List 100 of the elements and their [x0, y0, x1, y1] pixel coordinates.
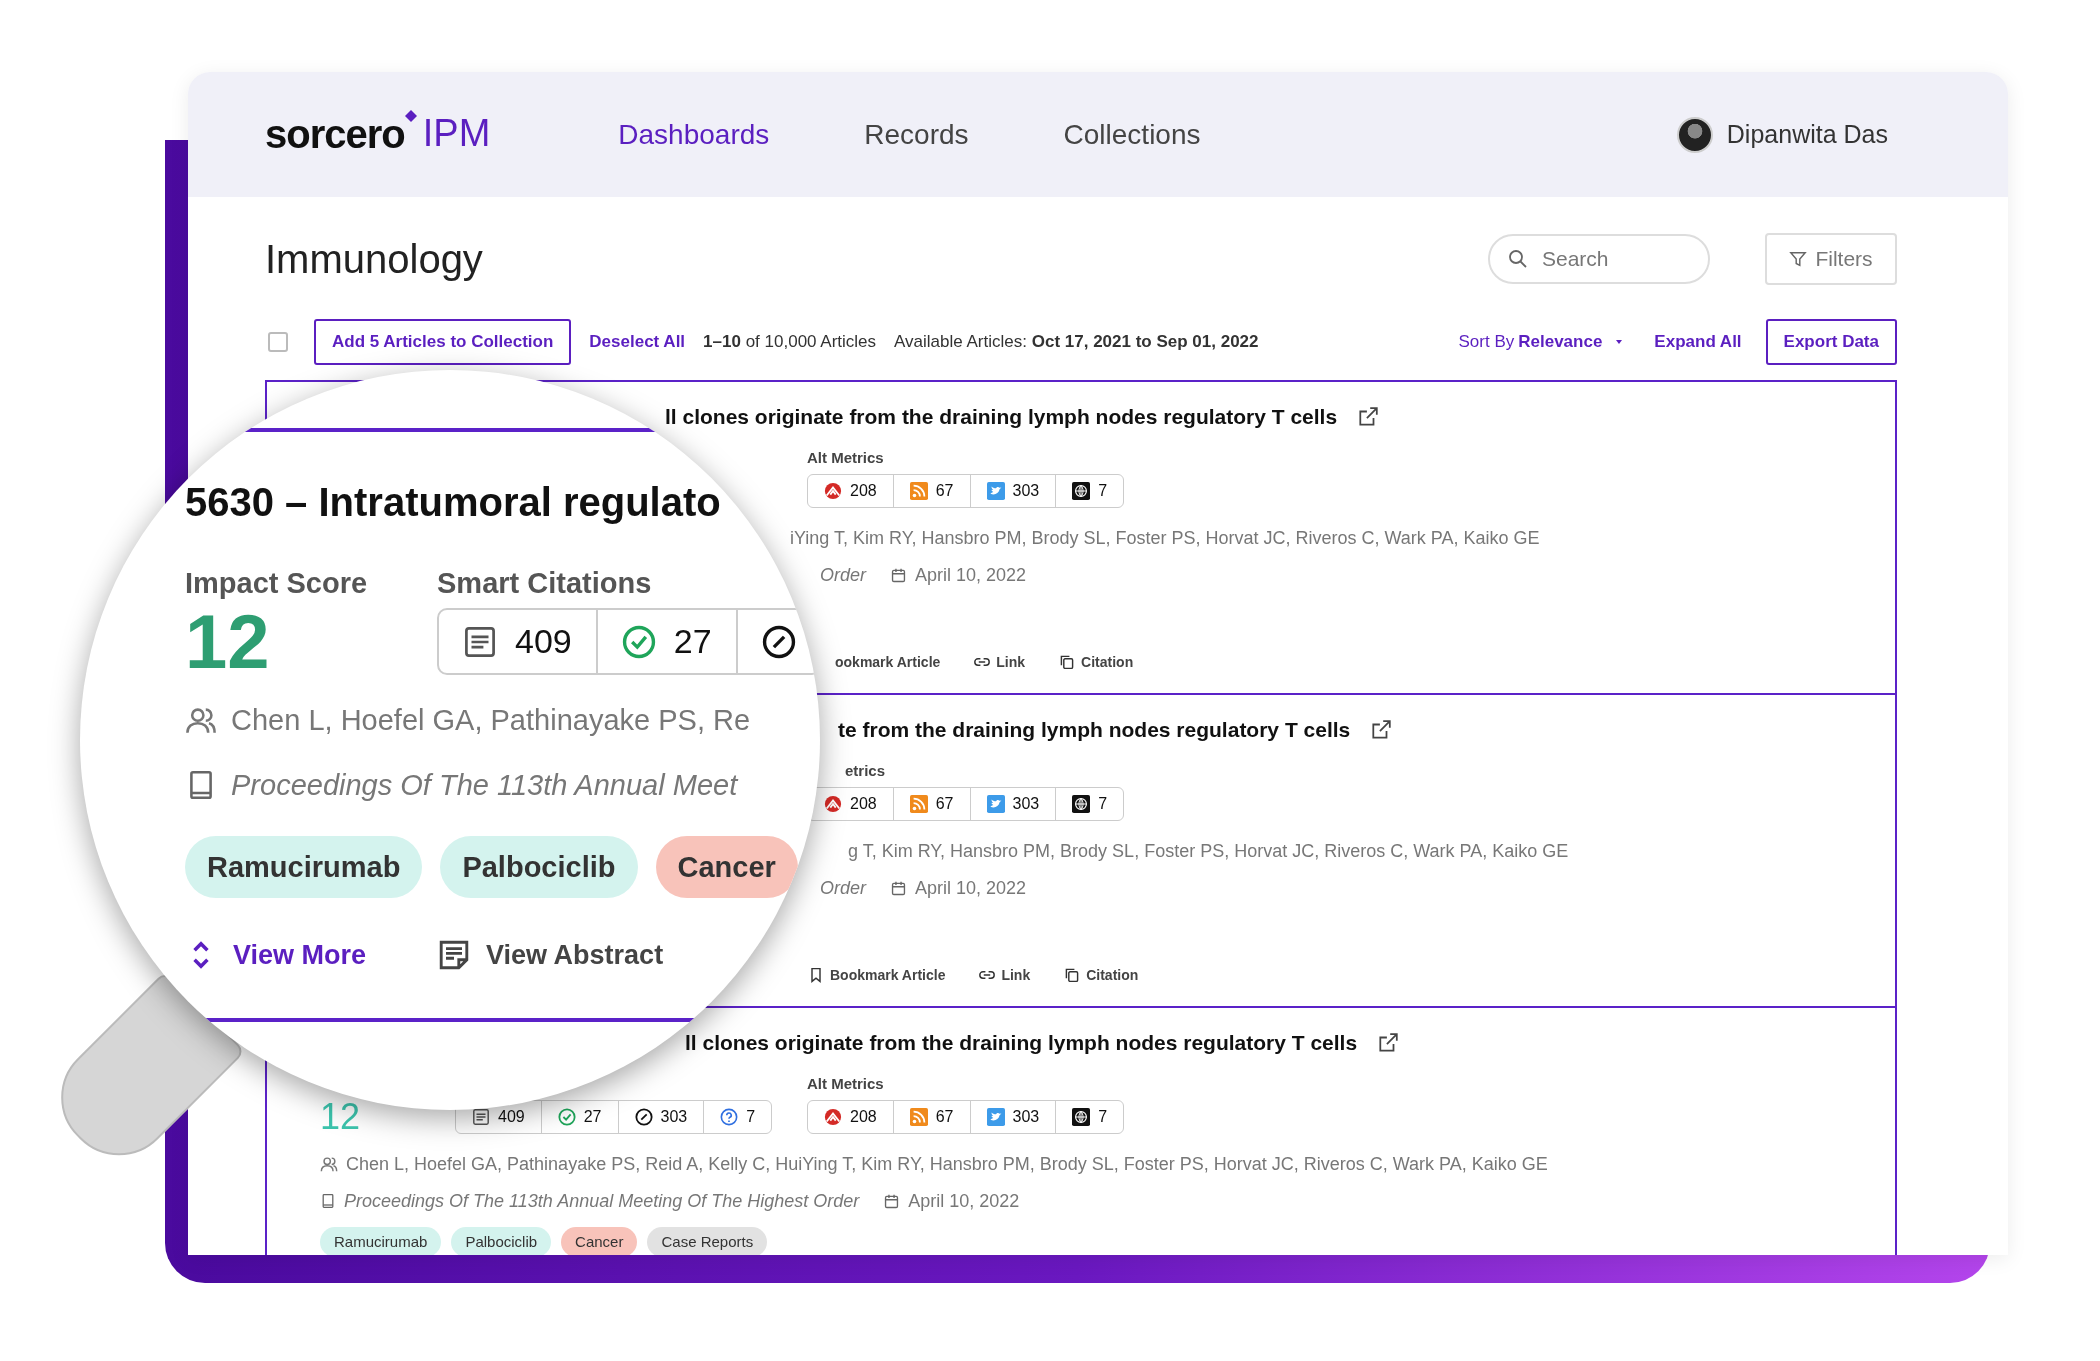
- nav-tab[interactable]: Dashboards: [618, 118, 770, 151]
- search-icon: [1508, 249, 1528, 269]
- action-link[interactable]: Bookmark Article: [808, 967, 946, 983]
- globe-icon: [1072, 1108, 1091, 1126]
- author-list: Chen L, Hoefel GA, Pathinayake PS, Re: [231, 703, 751, 737]
- sort-dropdown[interactable]: Sort By Relevance: [1458, 332, 1625, 352]
- action-link[interactable]: View Abstract: [438, 937, 664, 973]
- external-link-icon: [1357, 406, 1380, 428]
- metric-count: 208: [850, 1108, 877, 1126]
- filter-icon: [1789, 250, 1808, 268]
- journal-name: Proceedings Of The 113th Annual Meeting Of The Highest Order: [344, 1190, 860, 1212]
- metric-count: 409: [515, 622, 572, 661]
- impact-score: 12: [320, 1096, 361, 1138]
- tag[interactable]: Case Reports: [647, 1227, 768, 1255]
- add-to-collection-button[interactable]: Add 5 Articles to Collection: [314, 319, 572, 365]
- journal-name: Proceedings Of The 113th Annual Meet: [231, 768, 738, 802]
- action-link[interactable]: Link: [974, 654, 1026, 670]
- check-circle-icon: [557, 1108, 576, 1126]
- available-articles-range: Available Articles: Oct 17, 2021 to Sep 01, 2022: [894, 332, 1259, 352]
- metric-count: 27: [583, 1108, 602, 1126]
- article-title[interactable]: te from the draining lymph nodes regulatory T cells: [838, 718, 1351, 742]
- altmetric-icon: [824, 795, 842, 813]
- metric-count: 409: [498, 1108, 525, 1126]
- metric-count: 208: [850, 795, 877, 813]
- logo[interactable]: sorcero IPM: [265, 112, 491, 157]
- metric-count: 27: [673, 622, 712, 661]
- article-count: 1–10 of 10,000 Articles: [703, 332, 877, 352]
- external-link-icon: [1370, 719, 1393, 741]
- metric-count: 7: [1098, 795, 1108, 813]
- metric-count: 208: [850, 482, 877, 500]
- alt-metrics-label: etrics: [844, 762, 887, 780]
- filters-button[interactable]: Filters: [1765, 233, 1897, 285]
- export-data-button[interactable]: Export Data: [1765, 319, 1897, 365]
- author-list: Chen L, Hoefel GA, Pathinayake PS, Reid A, Kelly C, HuiYing T, Kim RY, Hansbro PM, Brody SL, Foster PS, Horvat JC, Riveros C, Wark PA, Kaiko GE: [346, 1153, 1548, 1175]
- book-icon: [320, 1193, 336, 1209]
- action-link[interactable]: ookmark Article: [835, 654, 941, 670]
- journal-name: Order: [820, 564, 866, 586]
- copy-icon: [1059, 654, 1076, 670]
- expand-all-link[interactable]: Expand All: [1654, 332, 1742, 352]
- article-title[interactable]: ll clones originate from the draining lymph nodes regulatory T cells: [685, 1031, 1358, 1055]
- article-title[interactable]: ll clones originate from the draining lymph nodes regulatory T cells: [665, 405, 1338, 429]
- metric-count: 303: [1012, 795, 1040, 813]
- metric-count: 7: [746, 1108, 756, 1126]
- action-link[interactable]: View More: [185, 937, 367, 973]
- metric-count: 67: [935, 482, 954, 500]
- action-link[interactable]: Citation: [1064, 967, 1139, 983]
- check-circle-icon: [621, 624, 656, 659]
- tag[interactable]: Ramucirumab: [185, 836, 423, 898]
- question-circle-icon: [720, 1108, 739, 1126]
- user-name[interactable]: Dipanwita Das: [1726, 120, 1888, 149]
- page-title: Immunology: [265, 236, 484, 282]
- publication-date: April 10, 2022: [915, 564, 1027, 586]
- bird-icon: [986, 1108, 1005, 1126]
- smart-citations-label: Smart Citations: [437, 566, 653, 600]
- slash-circle-icon: [761, 624, 796, 659]
- select-all-checkbox[interactable]: [268, 332, 288, 352]
- alt-metrics-label: Alt Metrics: [807, 449, 885, 467]
- slash-circle-icon: [634, 1108, 653, 1126]
- external-link-icon: [1377, 1032, 1400, 1054]
- diamond-icon: [404, 110, 417, 122]
- bird-icon: [986, 795, 1005, 813]
- globe-icon: [1072, 795, 1091, 813]
- metric-count: 303: [660, 1108, 688, 1126]
- metric-count: 67: [935, 1108, 954, 1126]
- tag[interactable]: Ramucirumab: [320, 1227, 442, 1255]
- metric-count: 7: [1098, 1108, 1108, 1126]
- author-list: iYing T, Kim RY, Hansbro PM, Brody SL, Foster PS, Horvat JC, Riveros C, Wark PA, Kaiko GE: [790, 527, 1540, 549]
- rss-icon: [909, 795, 928, 813]
- tag[interactable]: Cancer: [655, 836, 798, 898]
- tag[interactable]: Palbociclib: [440, 836, 638, 898]
- metric-count: 303: [1012, 1108, 1040, 1126]
- document-icon: [463, 624, 497, 659]
- article-title[interactable]: 5630 – Intratumoral regulato: [185, 478, 820, 526]
- tag[interactable]: Palbociclib: [451, 1227, 552, 1255]
- altmetric-icon: [824, 1108, 842, 1126]
- nav-tab[interactable]: Collections: [1063, 118, 1201, 151]
- bookmark-icon: [808, 967, 824, 983]
- alt-metrics-label: Alt Metrics: [807, 1075, 885, 1093]
- deselect-all-link[interactable]: Deselect All: [589, 332, 686, 352]
- tag[interactable]: Cancer: [561, 1227, 638, 1255]
- impact-score: 12: [185, 608, 271, 675]
- search-field[interactable]: Search: [1488, 234, 1710, 284]
- avatar[interactable]: [1676, 116, 1713, 153]
- calendar-icon: [890, 879, 907, 897]
- journal-name: Order: [820, 877, 866, 899]
- metric-count: 303: [1012, 482, 1040, 500]
- note-icon: [438, 939, 471, 971]
- copy-icon: [1064, 967, 1081, 983]
- author-list: g T, Kim RY, Hansbro PM, Brody SL, Foster PS, Horvat JC, Riveros C, Wark PA, Kaiko GE: [848, 840, 1569, 862]
- calendar-icon: [883, 1192, 901, 1210]
- publication-date: April 10, 2022: [908, 1190, 1020, 1212]
- metric-count: 67: [935, 795, 954, 813]
- nav-tab[interactable]: Records: [864, 118, 969, 151]
- impact-score-label: Impact Score: [185, 566, 369, 600]
- action-link[interactable]: Citation: [1059, 654, 1134, 670]
- people-icon: [320, 1155, 338, 1173]
- metric-count: 7: [1098, 482, 1108, 500]
- action-link[interactable]: Link: [979, 967, 1031, 983]
- document-icon: [472, 1108, 490, 1126]
- publication-date: April 10, 2022: [915, 877, 1027, 899]
